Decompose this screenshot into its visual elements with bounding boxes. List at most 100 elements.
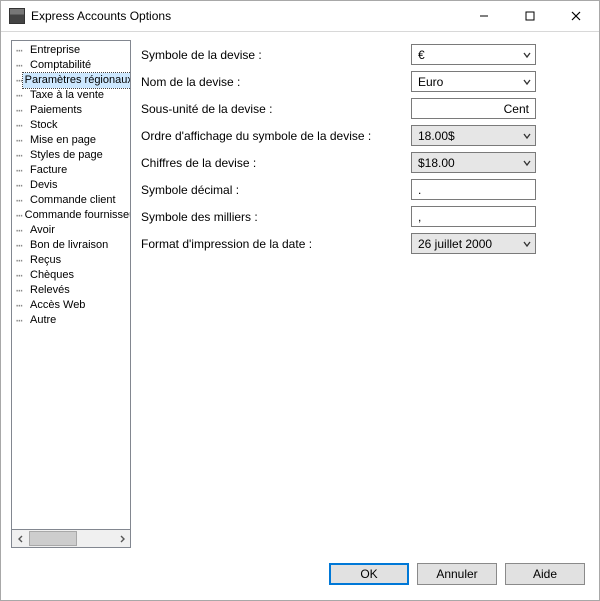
sidebar-item-label: Facture: [28, 163, 69, 178]
sidebar-item[interactable]: ⋯Reçus: [12, 253, 130, 268]
sidebar-item[interactable]: ⋯Avoir: [12, 223, 130, 238]
field-label: Chiffres de la devise :: [141, 156, 411, 170]
thousands-symbol-input[interactable]: [411, 206, 536, 227]
sidebar-item-label: Commande fournisseur: [23, 208, 131, 223]
tree-connector-icon: ⋯: [16, 238, 28, 253]
combo-value: Euro: [412, 75, 518, 89]
tree-connector-icon: ⋯: [16, 253, 28, 268]
sidebar-item-label: Accès Web: [28, 298, 87, 313]
sidebar-item[interactable]: ⋯Stock: [12, 118, 130, 133]
tree-connector-icon: ⋯: [16, 148, 28, 163]
date-format-combo[interactable]: 26 juillet 2000: [411, 233, 536, 254]
chevron-down-icon: [518, 126, 535, 145]
form-row-decimal-symbol: Symbole décimal :: [141, 179, 589, 200]
chevron-down-icon: [518, 45, 535, 64]
tree-connector-icon: ⋯: [16, 103, 28, 118]
sidebar-item-label: Autre: [28, 313, 58, 328]
field-label: Symbole décimal :: [141, 183, 411, 197]
body: ⋯Entreprise⋯Comptabilité⋯Paramètres régi…: [1, 32, 599, 554]
titlebar: Express Accounts Options: [1, 1, 599, 32]
sidebar-item[interactable]: ⋯Relevés: [12, 283, 130, 298]
sidebar-item-label: Avoir: [28, 223, 57, 238]
cancel-button[interactable]: Annuler: [417, 563, 497, 585]
sidebar-item-label: Mise en page: [28, 133, 98, 148]
tree-connector-icon: ⋯: [16, 118, 28, 133]
window-title: Express Accounts Options: [31, 9, 171, 23]
sidebar-item[interactable]: ⋯Commande client: [12, 193, 130, 208]
currency-symbol-combo[interactable]: €: [411, 44, 536, 65]
form-row-date-format: Format d'impression de la date :26 juill…: [141, 233, 589, 254]
tree-connector-icon: ⋯: [16, 43, 28, 58]
sidebar-item-label: Bon de livraison: [28, 238, 110, 253]
sidebar-item[interactable]: ⋯Comptabilité: [12, 58, 130, 73]
form-row-symbol-order: Ordre d'affichage du symbole de la devis…: [141, 125, 589, 146]
ok-button[interactable]: OK: [329, 563, 409, 585]
sidebar-item-label: Comptabilité: [28, 58, 93, 73]
chevron-down-icon: [518, 72, 535, 91]
scroll-thumb[interactable]: [29, 531, 77, 546]
sidebar-item[interactable]: ⋯Paramètres régionaux: [12, 73, 130, 88]
currency-subunit-input[interactable]: [411, 98, 536, 119]
scroll-right-button[interactable]: [113, 530, 130, 547]
tree-connector-icon: ⋯: [16, 178, 28, 193]
form-row-currency-symbol: Symbole de la devise :€: [141, 44, 589, 65]
sidebar-item[interactable]: ⋯Devis: [12, 178, 130, 193]
field-label: Symbole de la devise :: [141, 48, 411, 62]
sidebar-item[interactable]: ⋯Styles de page: [12, 148, 130, 163]
scroll-track[interactable]: [29, 530, 113, 547]
sidebar-item-label: Paramètres régionaux: [23, 73, 131, 88]
sidebar-item[interactable]: ⋯Commande fournisseur: [12, 208, 130, 223]
combo-value: 26 juillet 2000: [412, 237, 518, 251]
sidebar-item[interactable]: ⋯Autre: [12, 313, 130, 328]
sidebar-item[interactable]: ⋯Paiements: [12, 103, 130, 118]
app-icon: [9, 8, 25, 24]
form-row-currency-name: Nom de la devise :Euro: [141, 71, 589, 92]
form-row-currency-digits: Chiffres de la devise :$18.00: [141, 152, 589, 173]
form-row-currency-subunit: Sous-unité de la devise :: [141, 98, 589, 119]
tree-connector-icon: ⋯: [16, 298, 28, 313]
dialog-footer: OK Annuler Aide: [1, 554, 599, 600]
field-label: Ordre d'affichage du symbole de la devis…: [141, 129, 411, 143]
currency-name-combo[interactable]: Euro: [411, 71, 536, 92]
category-tree[interactable]: ⋯Entreprise⋯Comptabilité⋯Paramètres régi…: [11, 40, 131, 530]
sidebar-hscrollbar[interactable]: [11, 530, 131, 548]
currency-digits-combo[interactable]: $18.00: [411, 152, 536, 173]
tree-connector-icon: ⋯: [16, 223, 28, 238]
tree-connector-icon: ⋯: [16, 283, 28, 298]
field-label: Sous-unité de la devise :: [141, 102, 411, 116]
sidebar-item[interactable]: ⋯Chèques: [12, 268, 130, 283]
tree-connector-icon: ⋯: [16, 193, 28, 208]
decimal-symbol-input[interactable]: [411, 179, 536, 200]
field-label: Nom de la devise :: [141, 75, 411, 89]
sidebar-item[interactable]: ⋯Taxe à la vente: [12, 88, 130, 103]
tree-connector-icon: ⋯: [16, 73, 23, 88]
form-row-thousands-symbol: Symbole des milliers :: [141, 206, 589, 227]
sidebar-item[interactable]: ⋯Accès Web: [12, 298, 130, 313]
sidebar-item[interactable]: ⋯Facture: [12, 163, 130, 178]
sidebar-item-label: Stock: [28, 118, 60, 133]
sidebar-item[interactable]: ⋯Entreprise: [12, 43, 130, 58]
tree-connector-icon: ⋯: [16, 58, 28, 73]
settings-form: Symbole de la devise :€Nom de la devise …: [141, 40, 589, 548]
close-button[interactable]: [553, 1, 599, 31]
sidebar-item[interactable]: ⋯Bon de livraison: [12, 238, 130, 253]
tree-connector-icon: ⋯: [16, 268, 28, 283]
symbol-order-combo[interactable]: 18.00$: [411, 125, 536, 146]
sidebar-item[interactable]: ⋯Mise en page: [12, 133, 130, 148]
sidebar-item-label: Reçus: [28, 253, 63, 268]
combo-value: $18.00: [412, 156, 518, 170]
options-window: Express Accounts Options ⋯Entreprise⋯Com…: [0, 0, 600, 601]
chevron-down-icon: [518, 234, 535, 253]
scroll-left-button[interactable]: [12, 530, 29, 547]
help-button[interactable]: Aide: [505, 563, 585, 585]
sidebar-item-label: Chèques: [28, 268, 76, 283]
sidebar-item-label: Styles de page: [28, 148, 105, 163]
sidebar-item-label: Entreprise: [28, 43, 82, 58]
combo-value: €: [412, 48, 518, 62]
sidebar-item-label: Paiements: [28, 103, 84, 118]
tree-connector-icon: ⋯: [16, 313, 28, 328]
tree-connector-icon: ⋯: [16, 133, 28, 148]
maximize-button[interactable]: [507, 1, 553, 31]
minimize-button[interactable]: [461, 1, 507, 31]
field-label: Symbole des milliers :: [141, 210, 411, 224]
